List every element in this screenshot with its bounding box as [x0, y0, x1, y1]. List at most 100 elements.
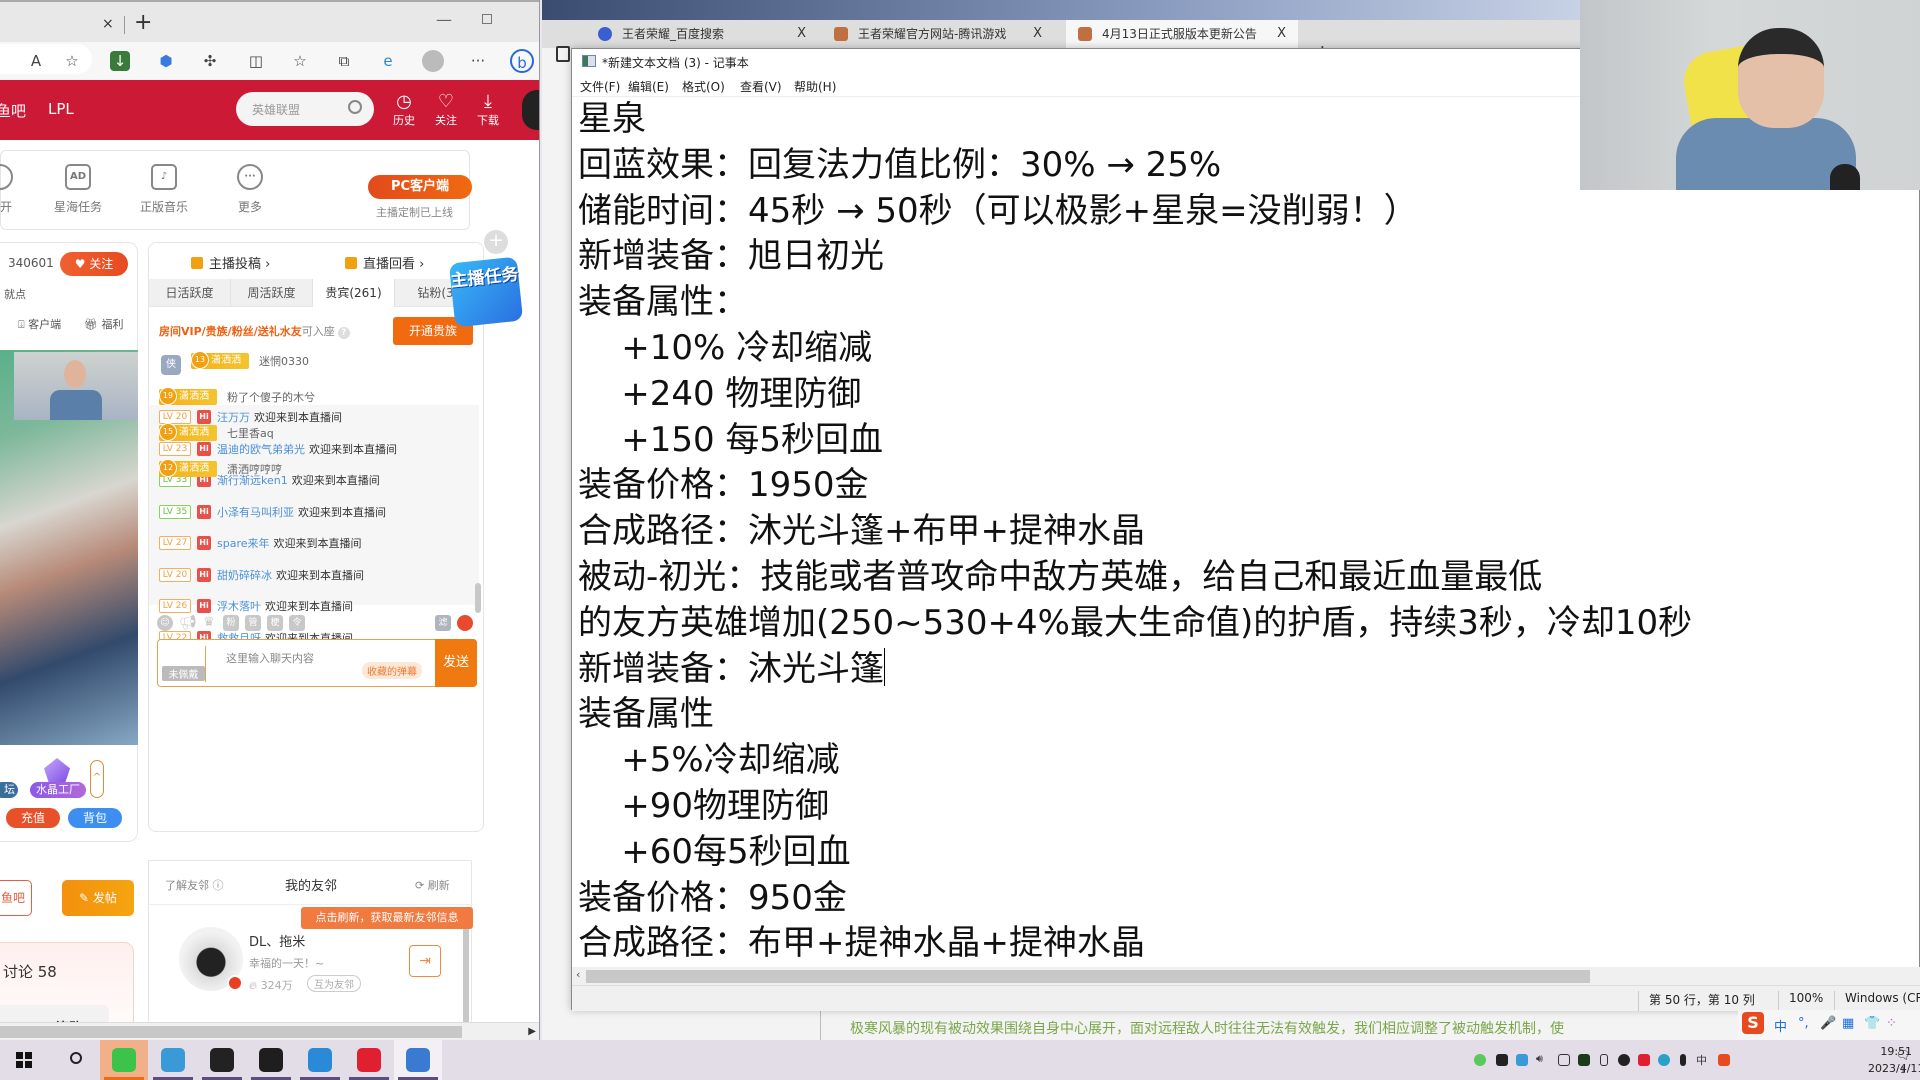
learn-friends-link[interactable]: 了解友邻 ⓘ	[165, 877, 224, 893]
network-icon[interactable]	[1558, 1054, 1570, 1066]
scroll-thumb[interactable]	[586, 970, 1590, 983]
taskbar-app-s-app[interactable]	[149, 1040, 197, 1080]
add-favorite-icon[interactable]: ☆	[60, 49, 84, 73]
menu-format[interactable]: 格式(O)	[682, 78, 725, 95]
profile-avatar[interactable]	[422, 50, 444, 72]
sogou-ime-icon[interactable]: S	[1742, 1012, 1764, 1034]
admin-tool[interactable]: 管	[245, 615, 261, 631]
keyboard-icon[interactable]: ▦	[1842, 1016, 1854, 1031]
minimize-button[interactable]: —	[436, 10, 452, 29]
microphone-icon[interactable]: 🎤	[1820, 1016, 1836, 1031]
download-extension-icon[interactable]: ↓	[110, 51, 130, 71]
crown-icon[interactable]: ♛	[201, 615, 217, 631]
expand-gifts-button[interactable]: ^	[90, 760, 104, 798]
read-aloud-icon[interactable]: A	[24, 49, 48, 73]
add-icon[interactable]: +	[484, 230, 508, 254]
function-all-open[interactable]: 全开	[0, 164, 40, 215]
extension-icon[interactable]: ⬢	[154, 49, 178, 73]
close-tab-icon[interactable]: X	[1277, 20, 1286, 48]
friend-name[interactable]: DL、拖米	[249, 931, 305, 950]
streamer-task-badge[interactable]: 主播任务	[448, 256, 524, 328]
usb-icon[interactable]	[1600, 1054, 1608, 1066]
scroll-right-arrow[interactable]: ▶	[528, 1026, 536, 1037]
menu-help[interactable]: 帮助(H)	[794, 78, 836, 95]
tab-vip-guests[interactable]: 贵宾(261)	[313, 279, 395, 307]
help-icon[interactable]: ?	[337, 327, 350, 339]
taskbar-app-notepad[interactable]	[394, 1040, 442, 1080]
new-tab-button[interactable]: +	[134, 10, 152, 35]
badge-selector[interactable]: 未佩戴	[162, 646, 206, 682]
tab-actions-icon[interactable]	[556, 46, 570, 62]
emoji-icon[interactable]: ☺	[157, 615, 173, 631]
netease-tray-icon[interactable]	[1638, 1054, 1650, 1066]
nav-link-bar[interactable]: 鱼吧	[0, 100, 26, 121]
function-star-tasks[interactable]: AD 星海任务	[38, 164, 118, 215]
notification-center-button[interactable]: 🗨︎ 1	[1894, 1048, 1912, 1076]
taskbar-app-obs[interactable]	[198, 1040, 246, 1080]
horizontal-scrollbar[interactable]: ▶	[0, 1022, 539, 1040]
collections-icon[interactable]: ⧉	[332, 49, 356, 73]
camera-tray-icon[interactable]	[1496, 1054, 1508, 1066]
ie-mode-icon[interactable]: e	[376, 49, 400, 73]
download-nav-button[interactable]: ⤓ 下载	[470, 92, 506, 128]
search-button[interactable]	[50, 1040, 98, 1080]
tab-update-notice[interactable]: 4月13日正式服版本更新公告 X	[1066, 20, 1298, 48]
client-link[interactable]: ⍗ 客户端	[18, 316, 61, 332]
menu-edit[interactable]: 编辑(E)	[628, 78, 669, 95]
recharge-button[interactable]: 充值	[6, 808, 60, 828]
megaphone-icon[interactable]: 📢︎	[179, 615, 197, 631]
nav-link-lpl[interactable]: LPL	[48, 100, 74, 118]
text-editor[interactable]: 星泉 回蓝效果：回复法力值比例：30% → 25% 储能时间：45秒 → 50秒（可…	[578, 97, 1908, 967]
chat-input-placeholder[interactable]: 这里输入聊天内容	[226, 650, 314, 666]
fish-bar-button[interactable]: 鱼吧	[0, 880, 32, 916]
replay-link[interactable]: 直播回看 ›	[345, 253, 424, 272]
menu-view[interactable]: 查看(V)	[740, 78, 782, 95]
fan-tool[interactable]: 粉	[223, 615, 239, 631]
filter-tool[interactable]: 滤	[435, 615, 451, 631]
vip-list-item[interactable]: 19 潇洒洒 粉了个傻子的木兮	[159, 385, 479, 411]
tab-baidu-search[interactable]: 王者荣耀_百度搜索 X	[586, 20, 818, 48]
post-button[interactable]: ✎ 发帖	[62, 880, 134, 916]
pc-client-button[interactable]: PC客户端	[368, 175, 472, 199]
site-search-input[interactable]: 英雄联盟	[236, 92, 374, 126]
start-button[interactable]	[0, 1040, 48, 1080]
history-button[interactable]: ◷ 历史	[386, 92, 422, 128]
taskbar-app-camera-app[interactable]	[247, 1040, 295, 1080]
volume-icon[interactable]: 🔊︎	[1536, 1052, 1548, 1065]
function-more[interactable]: ··· 更多	[210, 164, 290, 215]
refresh-button[interactable]: ⟳ 刷新	[415, 877, 450, 893]
close-tab-icon[interactable]: X	[1033, 20, 1042, 48]
nvidia-icon[interactable]	[1578, 1054, 1590, 1066]
bag-button[interactable]: 背包	[68, 808, 122, 828]
user-avatar[interactable]	[522, 90, 539, 130]
s-tray-icon[interactable]	[1516, 1054, 1528, 1066]
chat-input-box[interactable]: 未佩戴 这里输入聊天内容 收藏的弹幕 发送	[157, 639, 477, 687]
follow-button[interactable]: ♥ 关注	[60, 252, 128, 276]
tab-hok-official[interactable]: 王者荣耀官方网站-腾讯游戏 X	[822, 20, 1054, 48]
ime-tray-icon[interactable]: 中	[1696, 1052, 1708, 1067]
sogou-tray-icon[interactable]	[1718, 1054, 1730, 1066]
chat-username[interactable]: 浮木落叶	[217, 600, 261, 613]
chat-username[interactable]: spare来年	[217, 537, 270, 550]
chat-username[interactable]: 甜奶碎碎冰	[217, 569, 272, 582]
taskbar-app-wechat[interactable]	[100, 1040, 148, 1080]
vip-list-item[interactable]: 15 潇洒洒 七里香aq	[159, 421, 479, 447]
skin-icon[interactable]: 👕	[1864, 1016, 1880, 1031]
ime-chinese-mode[interactable]: 中	[1774, 1016, 1787, 1035]
command-tool[interactable]: 令	[289, 615, 305, 631]
gift-splash-icon[interactable]	[457, 615, 473, 631]
microphone-tray-icon[interactable]	[1680, 1054, 1686, 1066]
wechat-tray-icon[interactable]	[1474, 1054, 1486, 1066]
streamer-posts-link[interactable]: 主播投稿 ›	[191, 253, 270, 272]
search-icon[interactable]	[348, 100, 362, 114]
split-screen-icon[interactable]: ◫	[244, 49, 268, 73]
welfare-link[interactable]: 🎁︎ 福利	[84, 316, 123, 332]
meme-tool[interactable]: 梗	[267, 615, 283, 631]
favorite-barrage-button[interactable]: 收藏的弹幕	[362, 662, 422, 679]
send-button[interactable]: 发送	[435, 639, 477, 687]
crystal-factory-gift[interactable]: 水晶工厂	[30, 758, 86, 798]
extensions-puzzle-icon[interactable]: ✣	[198, 49, 222, 73]
altar-gift[interactable]: 坛	[0, 782, 18, 798]
enter-room-button[interactable]: ⇥	[409, 945, 441, 977]
function-music[interactable]: ♪ 正版音乐	[124, 164, 204, 215]
